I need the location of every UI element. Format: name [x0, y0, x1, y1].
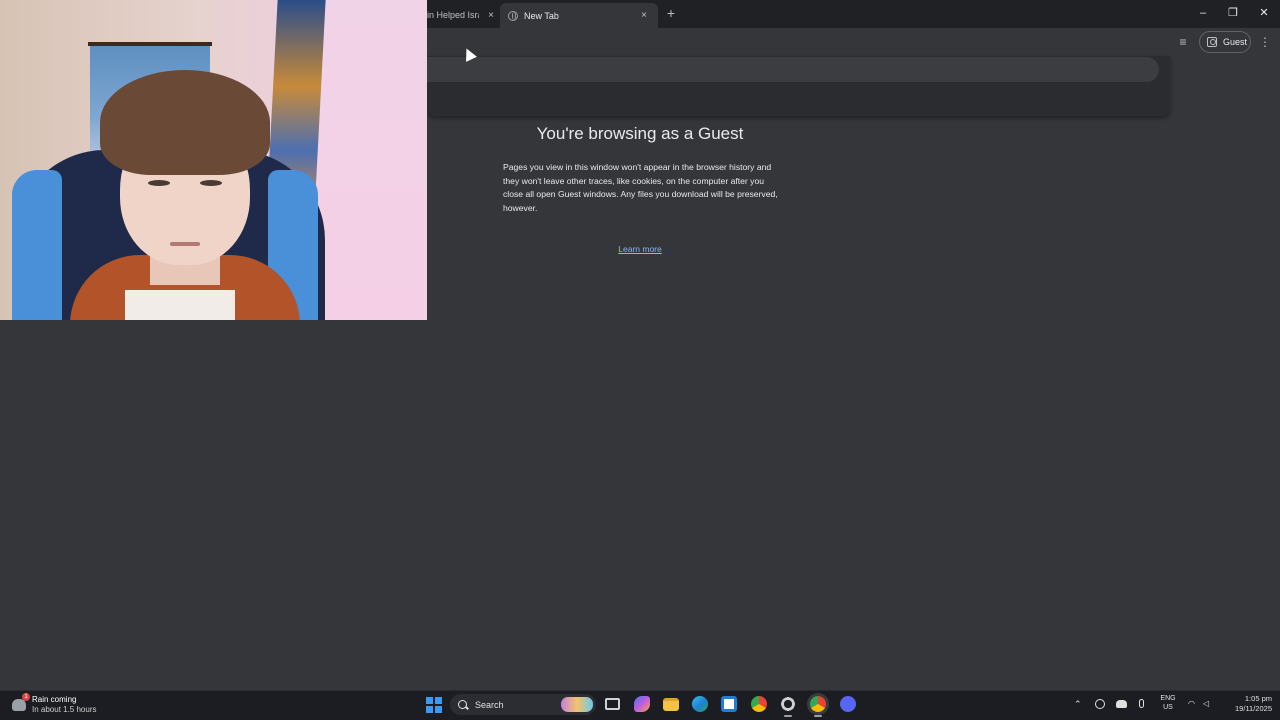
clock-time: 1:05 pm: [1244, 694, 1272, 703]
system-clock[interactable]: 1:05 pm 19/11/2025: [1220, 694, 1272, 713]
guest-profile-icon: [1207, 37, 1217, 47]
webcam-overlay: [0, 0, 427, 320]
weather-subtitle: In about 1.5 hours: [32, 705, 97, 714]
learn-more-link[interactable]: Learn more: [600, 244, 680, 254]
person-eye: [200, 180, 222, 186]
wifi-icon[interactable]: ◠: [1188, 698, 1195, 710]
person-eye: [148, 180, 170, 186]
tab-search-icon[interactable]: ≡: [1176, 35, 1190, 49]
rain-cloud-icon: 1: [12, 693, 30, 711]
search-highlight-icon: [561, 697, 593, 712]
chair-side-left: [12, 170, 62, 320]
close-tab-icon[interactable]: ×: [638, 10, 650, 21]
onedrive-cloud-icon[interactable]: [1116, 700, 1127, 708]
profile-label: Guest: [1223, 37, 1248, 47]
tab-previous[interactable]: in Helped Isra ×: [427, 4, 497, 26]
search-label: Search: [475, 699, 504, 710]
clock-date: 19/11/2025: [1235, 703, 1272, 713]
chrome-guest-icon[interactable]: [810, 696, 826, 717]
microsoft-store-icon[interactable]: [721, 696, 737, 712]
tray-overflow-chevron-icon[interactable]: ⌃: [1074, 698, 1082, 710]
notification-badge: 1: [22, 693, 30, 701]
banner-rod: [88, 42, 212, 46]
tray-app-icon[interactable]: [1095, 699, 1105, 709]
input-language[interactable]: ENG US: [1158, 694, 1178, 712]
edge-icon[interactable]: [692, 696, 708, 712]
browser-menu-icon[interactable]: ⋮: [1258, 35, 1272, 49]
weather-widget[interactable]: 1 Rain coming In about 1.5 hours: [12, 693, 97, 717]
page-title: You're browsing as a Guest: [536, 124, 744, 143]
tab-new-tab[interactable]: New Tab ×: [500, 3, 658, 28]
address-bar-input[interactable]: [427, 57, 1159, 82]
copilot-icon[interactable]: [634, 696, 650, 712]
discord-icon[interactable]: [840, 696, 856, 712]
tab-title: New Tab: [524, 10, 559, 21]
file-explorer-icon[interactable]: [663, 698, 679, 711]
taskbar-search[interactable]: Search: [450, 694, 596, 715]
weather-title: Rain coming: [32, 695, 77, 704]
search-icon: [458, 700, 467, 709]
new-tab-button[interactable]: +: [664, 6, 678, 20]
close-window-button[interactable]: ✕: [1256, 6, 1272, 20]
microphone-icon[interactable]: [1139, 699, 1144, 708]
profile-button[interactable]: Guest: [1199, 31, 1251, 53]
language-code: ENG: [1160, 695, 1176, 702]
maximize-button[interactable]: ❐: [1225, 6, 1241, 20]
windows-start-icon[interactable]: [426, 697, 442, 713]
globe-icon: [508, 10, 518, 21]
guest-description: Pages you view in this window won't appe…: [503, 162, 778, 213]
chrome-icon[interactable]: [751, 696, 767, 712]
person-hair: [100, 70, 270, 175]
region-code: US: [1163, 704, 1173, 711]
person-collar: [125, 290, 235, 320]
person-mouth: [170, 242, 200, 246]
obs-icon[interactable]: [780, 696, 796, 717]
minimize-button[interactable]: –: [1195, 6, 1211, 20]
tab-title: in Helped Isra: [427, 10, 479, 20]
task-view-icon[interactable]: [605, 698, 620, 710]
close-tab-icon[interactable]: ×: [485, 10, 497, 21]
volume-icon[interactable]: ◁: [1203, 698, 1209, 710]
